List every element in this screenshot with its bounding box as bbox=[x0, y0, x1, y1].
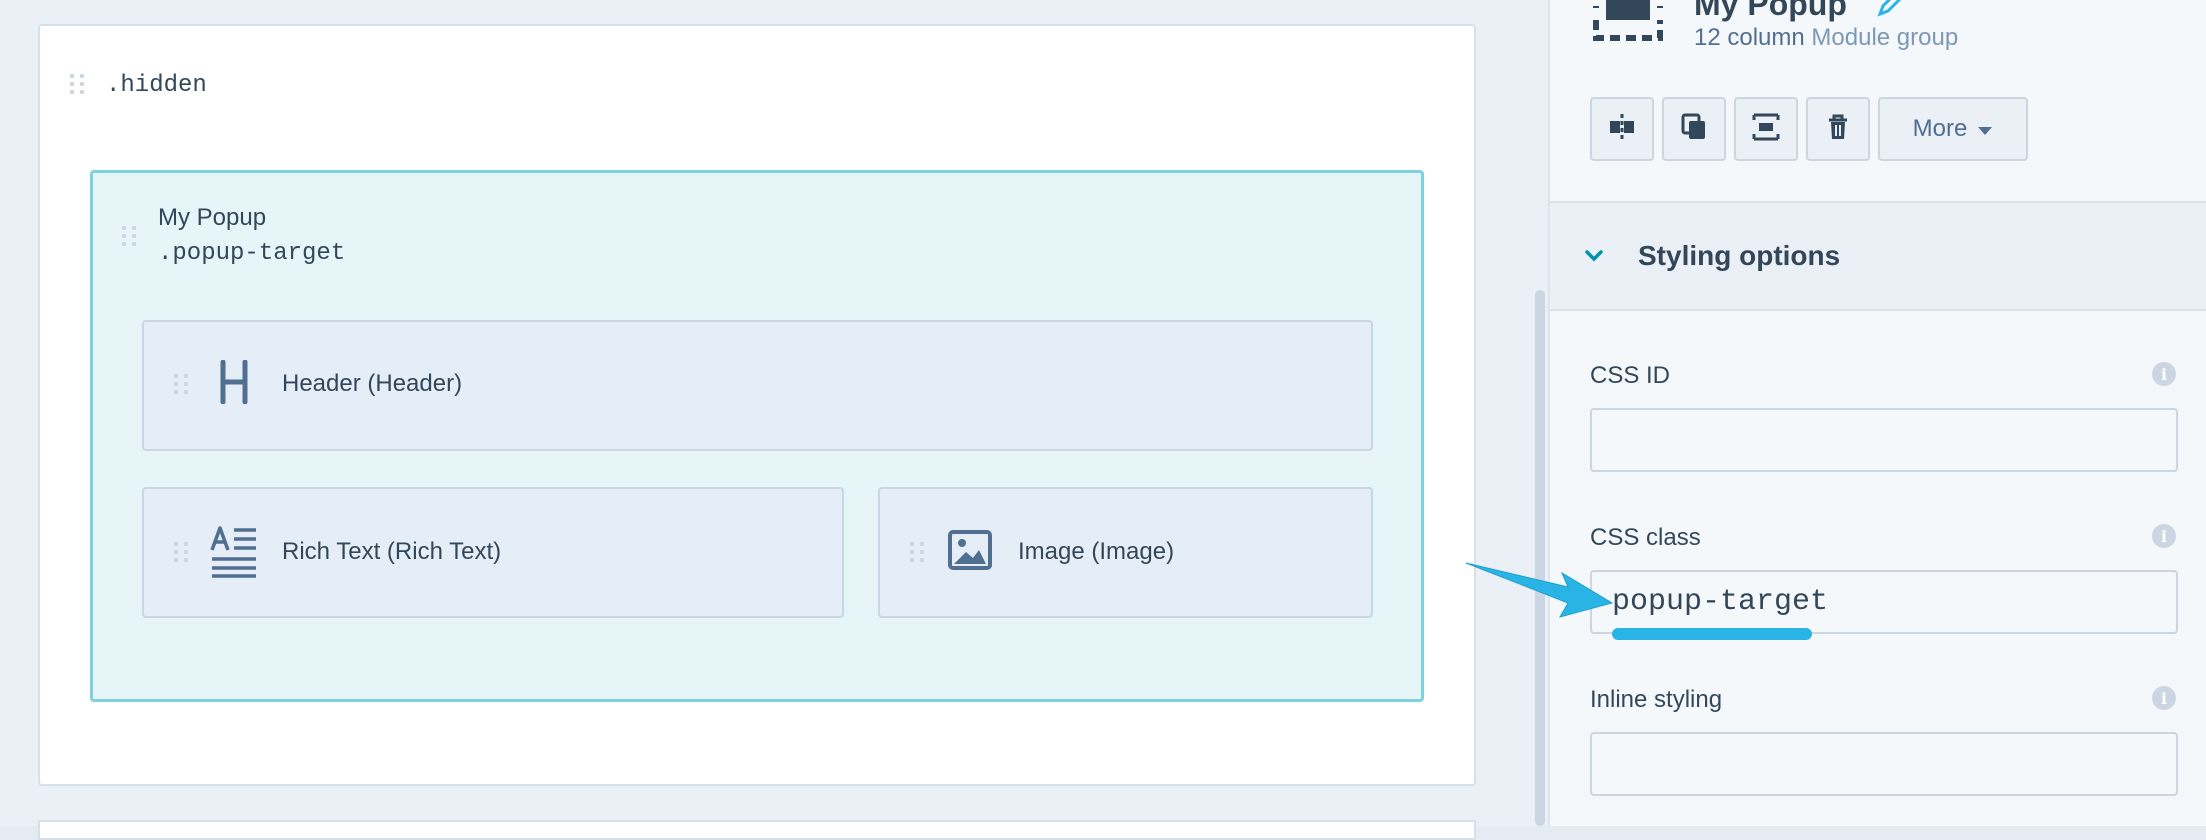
header-module-label: Header (Header) bbox=[282, 370, 463, 397]
delete-button[interactable] bbox=[1806, 97, 1870, 161]
inline-styling-label: Inline styling bbox=[1590, 686, 1723, 713]
module-group-link[interactable]: Module group bbox=[1811, 24, 1958, 51]
inline-styling-input[interactable] bbox=[1590, 732, 2178, 796]
trash-icon bbox=[1823, 112, 1853, 147]
split-icon bbox=[1607, 112, 1637, 147]
drag-handle-icon[interactable] bbox=[174, 370, 188, 398]
css-class-input[interactable]: popup-target bbox=[1590, 570, 2178, 634]
annotation-arrow-icon bbox=[1460, 555, 1620, 625]
clone-button[interactable] bbox=[1662, 97, 1726, 161]
info-icon[interactable]: i bbox=[2152, 524, 2176, 548]
chevron-down-icon[interactable] bbox=[1584, 246, 1604, 266]
edit-pencil-icon[interactable] bbox=[1876, 0, 1902, 18]
split-button[interactable] bbox=[1590, 97, 1654, 161]
row-class-label: .hidden bbox=[106, 72, 207, 99]
panel-subtitle: 12 column Module group bbox=[1694, 24, 1958, 52]
drag-handle-icon[interactable] bbox=[910, 538, 924, 566]
column-count: 12 column bbox=[1694, 24, 1805, 51]
copy-icon bbox=[1679, 112, 1709, 147]
group-title: My Popup bbox=[158, 204, 267, 231]
drag-handle-icon[interactable] bbox=[174, 538, 188, 566]
module-group-icon bbox=[1592, 0, 1664, 42]
wrap-group-button[interactable] bbox=[1734, 97, 1798, 161]
css-id-input[interactable] bbox=[1590, 408, 2178, 472]
drag-handle-icon[interactable] bbox=[70, 70, 84, 98]
panel-title: My Popup bbox=[1694, 0, 1847, 22]
rich-text-module-label: Rich Text (Rich Text) bbox=[282, 538, 502, 565]
drag-handle-icon[interactable] bbox=[122, 222, 136, 250]
image-icon bbox=[948, 530, 992, 570]
next-row-card[interactable] bbox=[38, 820, 1476, 840]
info-icon[interactable]: i bbox=[2152, 686, 2176, 710]
css-class-label: CSS class bbox=[1590, 524, 1701, 551]
info-icon[interactable]: i bbox=[2152, 362, 2176, 386]
highlight-underline bbox=[1612, 628, 1812, 640]
image-module-label: Image (Image) bbox=[1018, 538, 1175, 565]
rich-text-icon bbox=[210, 526, 258, 578]
caret-down-icon bbox=[1977, 115, 1993, 143]
css-id-label: CSS ID bbox=[1590, 362, 1671, 389]
styling-options-title: Styling options bbox=[1638, 240, 1841, 271]
group-class-label: .popup-target bbox=[158, 240, 346, 267]
more-label: More bbox=[1912, 115, 1968, 142]
more-dropdown-button[interactable]: More bbox=[1878, 97, 2028, 161]
group-icon bbox=[1751, 112, 1781, 147]
header-icon bbox=[218, 359, 250, 405]
